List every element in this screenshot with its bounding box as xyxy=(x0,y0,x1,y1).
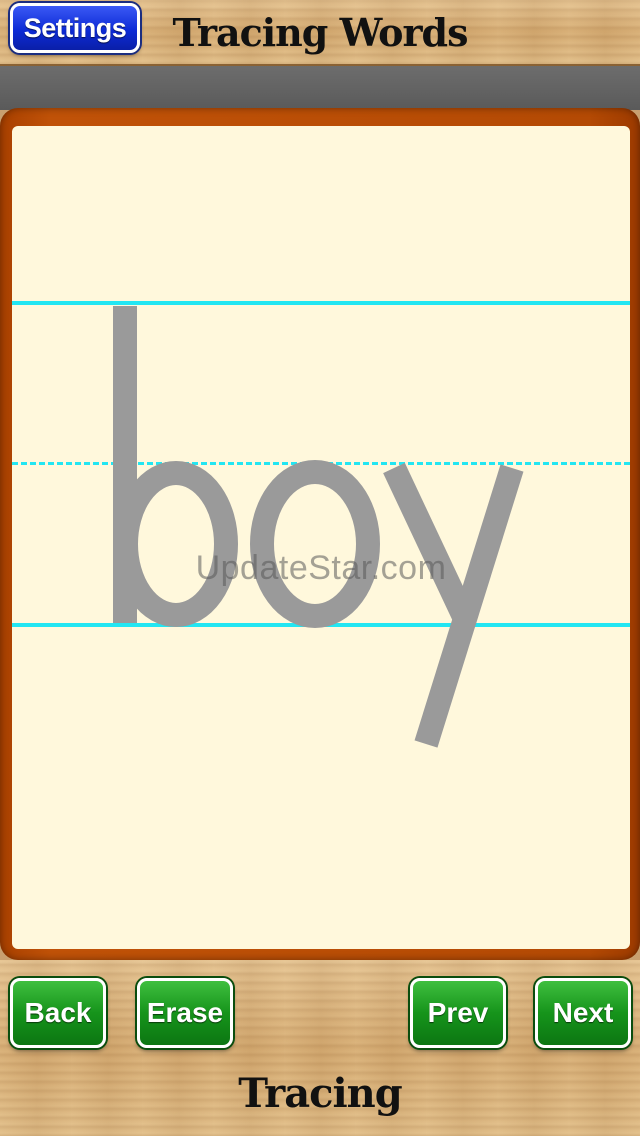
next-button[interactable]: Next xyxy=(535,978,631,1048)
header-separator xyxy=(0,66,640,110)
footer-title: Tracing Words xyxy=(238,1070,402,1136)
prev-button[interactable]: Prev xyxy=(410,978,506,1048)
tracing-paper[interactable]: boy UpdateStar.com xyxy=(12,126,630,949)
erase-button[interactable]: Erase xyxy=(137,978,233,1048)
watermark: UpdateStar.com xyxy=(195,549,447,587)
letter-y-right-arm xyxy=(414,464,524,748)
settings-button[interactable]: Settings xyxy=(10,3,140,53)
top-bar: Settings Tracing Words xyxy=(0,0,640,66)
tracing-board: boy UpdateStar.com xyxy=(0,108,640,960)
back-button[interactable]: Back xyxy=(10,978,106,1048)
trace-word: boy xyxy=(113,306,524,917)
bottom-bar: Back Erase Prev Next Tracing Words xyxy=(0,960,640,1136)
letter-o xyxy=(250,460,380,628)
app-title: Tracing Words xyxy=(172,10,468,55)
trace-word-text: boy xyxy=(320,915,322,917)
letter-b-bowl xyxy=(114,461,238,627)
letter-y-left-arm xyxy=(383,462,478,629)
